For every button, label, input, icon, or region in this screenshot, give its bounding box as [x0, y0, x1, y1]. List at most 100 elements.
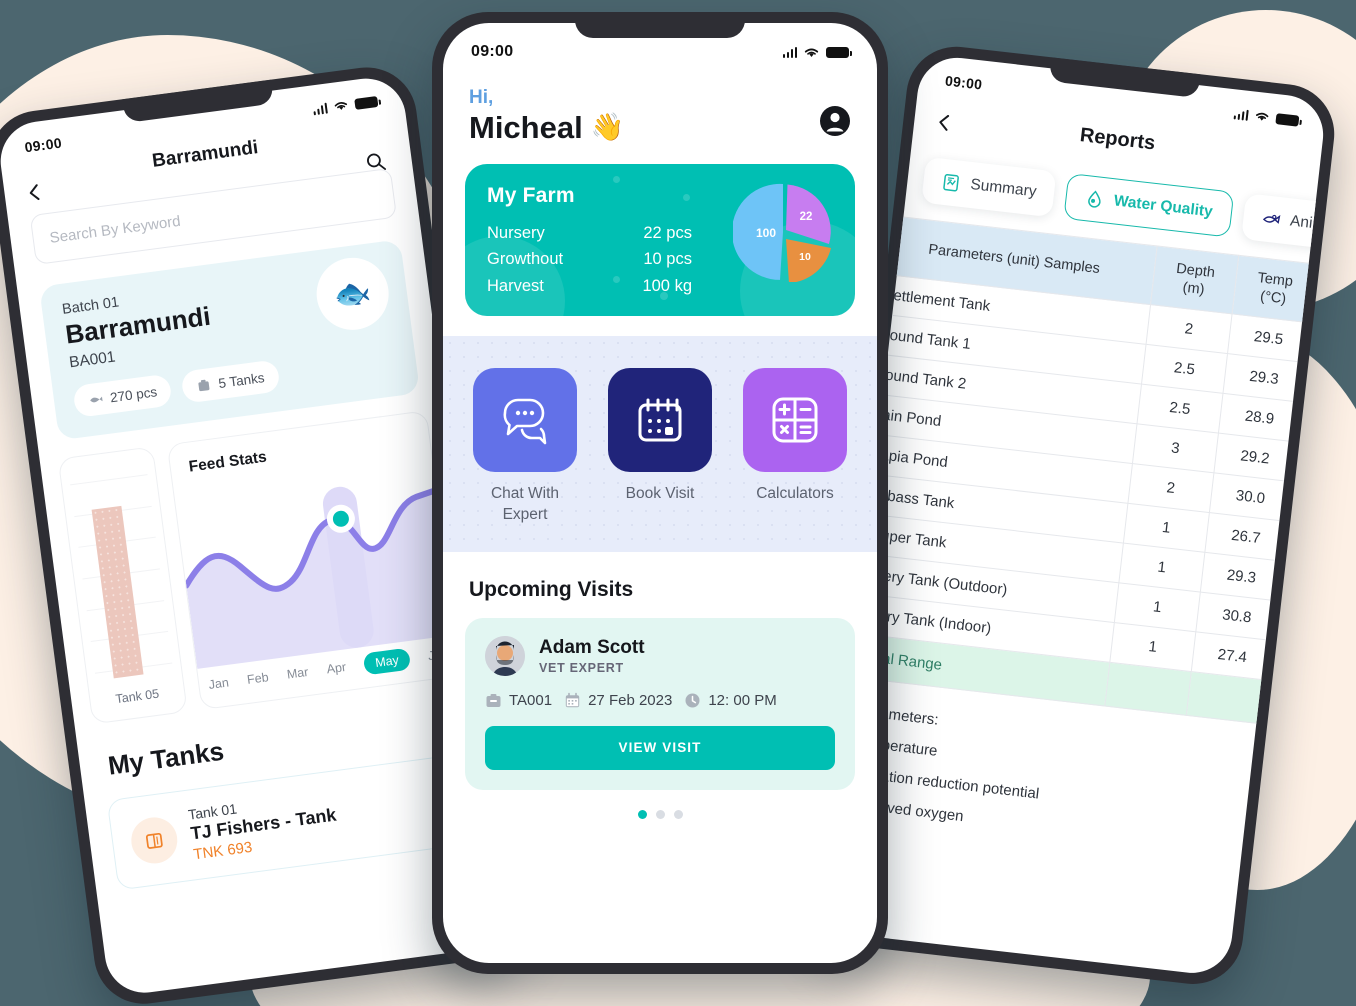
quick-action-chat[interactable]: Chat With Expert: [473, 368, 577, 526]
carousel-dot-1[interactable]: [637, 809, 647, 819]
meta-date: 27 Feb 2023: [564, 692, 672, 709]
calendar-icon: [638, 398, 682, 442]
chip-tanks: 5 Tanks: [180, 359, 281, 404]
month-jan[interactable]: Jan: [208, 675, 230, 692]
charts-row: Tank 05 Feed Stats Jan Feb Mar Apr May: [40, 408, 479, 727]
bar-label: Tank 05: [114, 686, 160, 707]
decor-dot: [613, 276, 620, 284]
greeting-text: Hi, Micheal 👋: [469, 87, 624, 146]
water-drop-icon: [1088, 190, 1101, 208]
tab-water-quality[interactable]: Water Quality: [1063, 172, 1235, 238]
action-label: Calculators: [756, 485, 834, 503]
pie-label-10: 10: [799, 251, 811, 263]
greeting-row: Hi, Micheal 👋: [443, 65, 877, 146]
signal-bars-icon: [1233, 108, 1249, 121]
table-body: Settlement Tank 2 29.5 Round Tank 1 2.5 29.3…: [825, 273, 1328, 729]
tab-summary[interactable]: Summary: [921, 156, 1057, 218]
month-mar[interactable]: Mar: [286, 665, 309, 682]
view-visit-button[interactable]: VIEW VISIT: [485, 725, 835, 770]
batch-card[interactable]: Batch 01 Barramundi BA001 270 pcs 5 Tank…: [39, 239, 421, 441]
carousel-dot-2[interactable]: [655, 809, 665, 819]
meta-value: 12: 00 PM: [708, 691, 777, 709]
wifi-icon: [1255, 112, 1269, 121]
app-mockup-stage: 09:00 Barramundi Search By Keyword Batch…: [0, 0, 1356, 1006]
chat-tile[interactable]: [473, 368, 577, 473]
status-icons: [1233, 107, 1300, 127]
pie-label-100: 100: [756, 226, 776, 240]
decor-dot: [683, 194, 690, 202]
chip-quantity: 270 pcs: [72, 373, 173, 418]
chip-label: 270 pcs: [109, 383, 158, 405]
action-label: Chat With Expert: [490, 485, 560, 523]
tab-label: Summary: [969, 175, 1038, 201]
avatar: [485, 635, 525, 676]
signal-bars-icon: [312, 102, 328, 115]
upcoming-visits-heading: Upcoming Visits: [469, 577, 634, 601]
fish-icon: [90, 396, 103, 402]
waving-hand-icon: 👋: [590, 112, 625, 143]
row-value: 10 pcs: [643, 250, 692, 269]
calculators-tile[interactable]: [743, 368, 847, 473]
carousel-dot-3[interactable]: [673, 809, 683, 819]
visit-header: Adam Scott VET EXPERT: [485, 635, 835, 676]
book-visit-tile[interactable]: [608, 368, 712, 473]
meta-value: TA001: [509, 691, 553, 709]
signal-bars-icon: [782, 46, 797, 58]
tank-bar-chart: Tank 05: [57, 446, 188, 725]
quick-actions-panel: Chat With Expert Book Visit Calculators: [443, 336, 877, 552]
col-temp: Temp (°C): [1232, 255, 1317, 323]
visit-name: Adam Scott: [539, 636, 645, 658]
search-icon[interactable]: [364, 151, 387, 173]
month-feb[interactable]: Feb: [246, 670, 269, 687]
feed-area-series: [183, 486, 456, 669]
phone-notch: [575, 12, 745, 38]
visit-card[interactable]: Adam Scott VET EXPERT TA001 27 Feb 2023 …: [465, 617, 855, 790]
fish-outline-icon: [1262, 214, 1281, 224]
row-value: 22 pcs: [643, 224, 692, 243]
reports-screen-content: 09:00 Reports Summary Water Quality Anim…: [822, 53, 1328, 978]
calculator-icon: [772, 397, 818, 443]
status-time: 09:00: [944, 72, 984, 93]
pie-label-22: 22: [800, 211, 813, 223]
month-apr[interactable]: Apr: [326, 660, 347, 676]
col-depth: Depth (m): [1150, 245, 1239, 315]
tab-label: Water Quality: [1112, 192, 1214, 221]
decor-dot: [613, 176, 620, 184]
tab-animal[interactable]: Anim: [1240, 193, 1328, 251]
status-time: 09:00: [23, 134, 63, 156]
chevron-left-icon[interactable]: [935, 114, 953, 132]
feed-stats-chart: Feed Stats Jan Feb Mar Apr May: [166, 410, 462, 711]
chip-label: 5 Tanks: [217, 369, 266, 391]
my-farm-card[interactable]: My Farm Nursery 22 pcs Growthout 10 pcs …: [465, 164, 855, 317]
battery-full-icon: [1275, 112, 1300, 127]
wifi-icon: [334, 102, 348, 110]
meta-code: TA001: [485, 692, 552, 709]
status-icons: [312, 95, 379, 115]
carousel-dots[interactable]: [443, 809, 877, 819]
chevron-left-icon[interactable]: [26, 184, 44, 202]
tank-icon: [198, 379, 210, 391]
user-name: Micheal: [469, 109, 583, 145]
tank-icon: [128, 814, 181, 866]
report-summary-icon: [943, 174, 959, 192]
calendar-small-icon: [565, 692, 580, 708]
account-circle-icon[interactable]: [819, 105, 851, 137]
decor-dot: [660, 292, 668, 301]
tank-item-text: Tank 01 TJ Fishers - Tank TNK 693: [187, 788, 340, 863]
greeting-hi: Hi,: [469, 87, 494, 108]
home-screen-content: 09:00 Hi, Micheal 👋 My Farm Nursery 22 p…: [443, 23, 877, 963]
status-icons: [782, 46, 852, 59]
visit-person: Adam Scott VET EXPERT: [539, 637, 645, 675]
battery-full-icon: [826, 46, 852, 58]
water-quality-table: Parameters (unit) Samples Depth (m) Temp(…: [825, 214, 1328, 730]
month-may-selected[interactable]: May: [362, 647, 412, 676]
meta-time: 12: 00 PM: [684, 691, 777, 709]
quick-action-book-visit[interactable]: Book Visit: [608, 368, 712, 526]
quick-action-calculators[interactable]: Calculators: [743, 368, 847, 526]
phone-home-screen: 09:00 Hi, Micheal 👋 My Farm Nursery 22 p…: [432, 12, 888, 974]
farm-pie-chart: 100 22 10: [731, 182, 833, 284]
action-label: Book Visit: [625, 485, 695, 503]
id-badge-icon: [486, 693, 501, 707]
wifi-icon: [804, 48, 819, 57]
chat-bubble-icon: [503, 398, 547, 445]
